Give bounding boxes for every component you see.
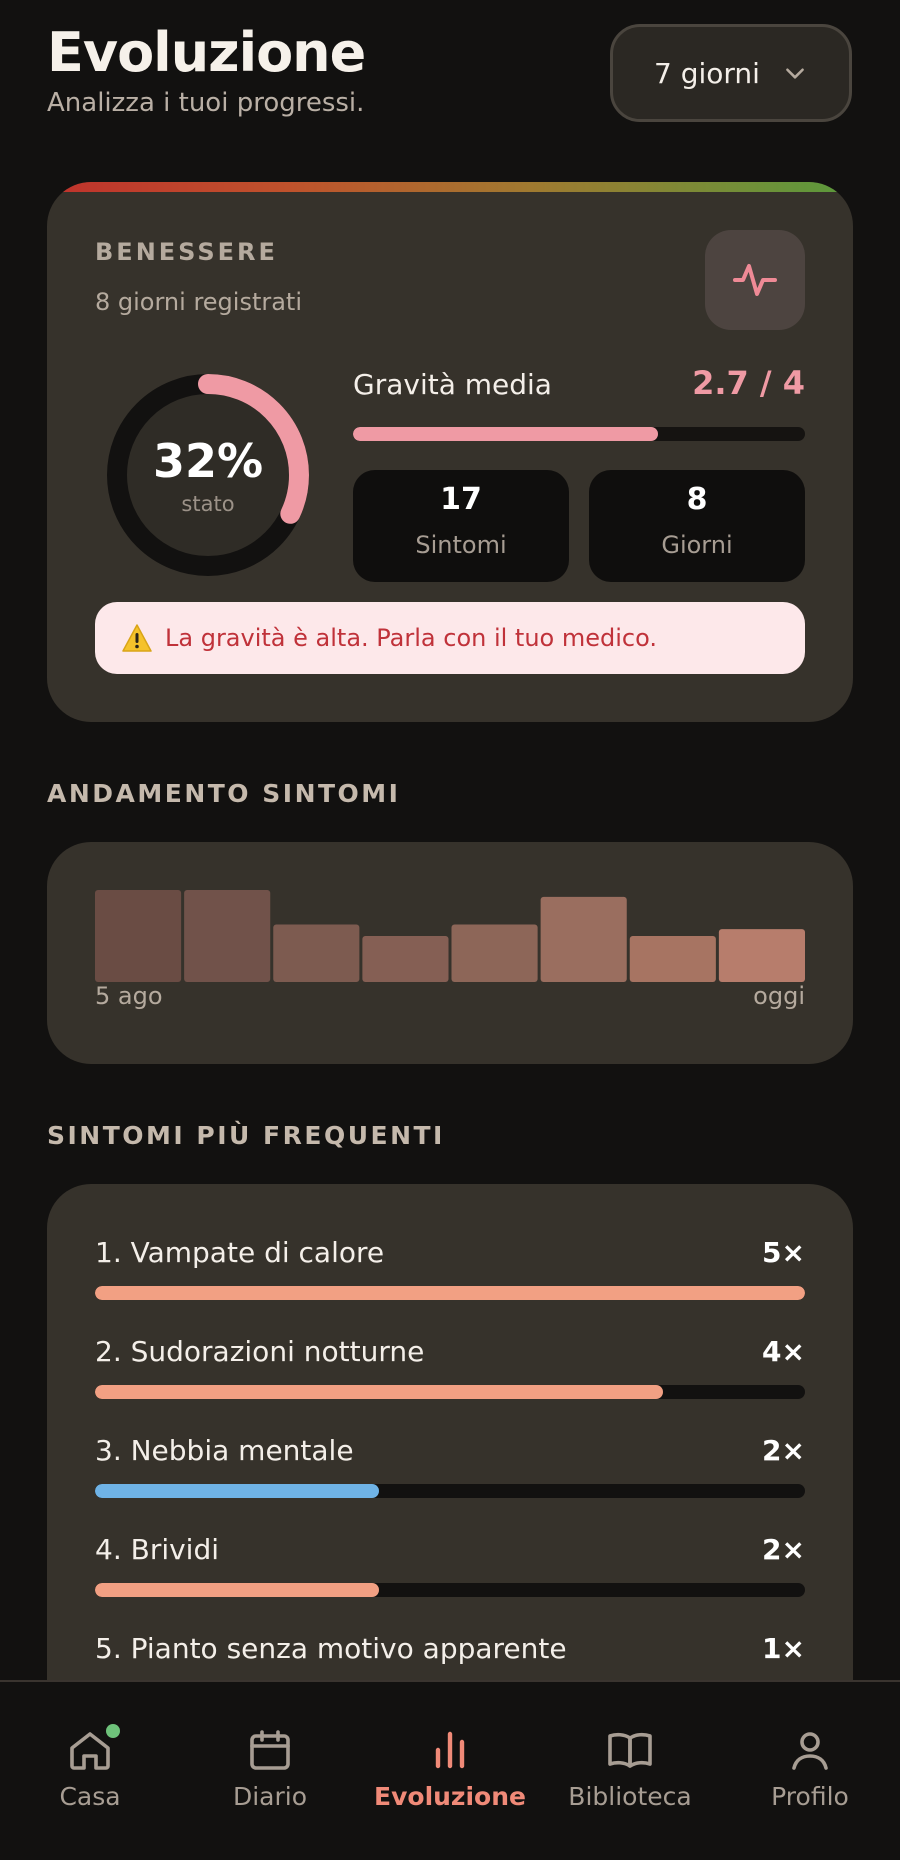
- trend-bar: [718, 929, 805, 982]
- tab-label: Diario: [232, 1782, 308, 1811]
- chevron-down-icon: [786, 68, 804, 79]
- notification-dot: [106, 1724, 120, 1738]
- trend-bar: [273, 924, 360, 982]
- status-gradient-bar: [47, 182, 853, 192]
- stat-label: Sintomi: [415, 531, 507, 559]
- symptom-track: [95, 1385, 805, 1399]
- symptom-name: 5. Pianto senza motivo apparente: [95, 1632, 567, 1665]
- top-symptoms-section-title: SINTOMI PIÙ FREQUENTI: [47, 1121, 445, 1150]
- symptom-track: [95, 1484, 805, 1498]
- trend-bar: [540, 896, 627, 982]
- calendar-icon: [250, 1730, 290, 1770]
- wellbeing-eyebrow: BENESSERE: [95, 238, 278, 266]
- symptom-count: 5×: [762, 1236, 805, 1269]
- stat-symptoms: 17 Sintomi: [353, 470, 569, 582]
- trend-bar: [629, 936, 716, 982]
- symptom-trend-chart: [95, 890, 805, 982]
- tab-label: Profilo: [771, 1782, 849, 1811]
- symptom-fill: [95, 1286, 805, 1300]
- bar-chart-icon: [435, 1731, 465, 1769]
- symptom-name: 3. Nebbia mentale: [95, 1434, 354, 1467]
- severity-track: [353, 427, 805, 441]
- symptom-name: 2. Sudorazioni notturne: [95, 1335, 425, 1368]
- severity-fill: [353, 427, 659, 441]
- days-recorded: 8 giorni registrati: [95, 288, 303, 316]
- pulse-badge: [705, 230, 805, 330]
- wellbeing-card: BENESSERE 8 giorni registrati 32% stato …: [47, 182, 853, 722]
- symptom-count: 1×: [762, 1632, 805, 1665]
- symptom-fill: [95, 1583, 379, 1597]
- symptom-row: 3. Nebbia mentale 2×: [95, 1434, 805, 1504]
- symptom-count: 2×: [762, 1434, 805, 1467]
- status-label: stato: [181, 492, 235, 516]
- tab-evoluzione[interactable]: Evoluzione: [360, 1682, 540, 1822]
- trend-end-label: oggi: [753, 982, 805, 1010]
- period-dropdown[interactable]: 7 giorni: [610, 24, 852, 122]
- stat-value: 17: [440, 482, 482, 517]
- tab-profilo[interactable]: Profilo: [720, 1682, 900, 1822]
- symptom-name: 1. Vampate di calore: [95, 1236, 385, 1269]
- alert-text: La gravità è alta. Parla con il tuo medi…: [165, 624, 657, 652]
- tab-casa[interactable]: Casa: [0, 1682, 180, 1822]
- trend-card: 5 ago oggi: [47, 842, 853, 1064]
- symptom-fill: [95, 1385, 663, 1399]
- period-label: 7 giorni: [654, 56, 760, 90]
- symptom-count: 2×: [762, 1533, 805, 1566]
- symptom-fill: [95, 1484, 379, 1498]
- user-icon: [792, 1732, 828, 1770]
- tab-diario[interactable]: Diario: [180, 1682, 360, 1822]
- pulse-icon: [733, 264, 777, 296]
- severity-value: 2.7 / 4: [692, 364, 805, 402]
- trend-section-title: ANDAMENTO SINTOMI: [47, 779, 401, 808]
- tab-label: Evoluzione: [374, 1782, 526, 1811]
- stat-label: Giorni: [661, 531, 733, 559]
- book-icon: [608, 1732, 652, 1768]
- trend-start-label: 5 ago: [95, 982, 163, 1010]
- status-percent: 32%: [152, 434, 264, 488]
- symptom-name: 4. Brividi: [95, 1533, 220, 1566]
- trend-bar: [362, 936, 449, 982]
- tab-biblioteca[interactable]: Biblioteca: [540, 1682, 720, 1822]
- stat-days: 8 Giorni: [589, 470, 805, 582]
- symptom-row: 4. Brividi 2×: [95, 1533, 805, 1603]
- severity-alert: La gravità è alta. Parla con il tuo medi…: [95, 602, 805, 674]
- symptom-row: 1. Vampate di calore 5×: [95, 1236, 805, 1306]
- trend-bar: [451, 924, 538, 982]
- severity-label: Gravità media: [353, 368, 552, 401]
- trend-bar: [184, 890, 271, 982]
- tab-label: Biblioteca: [568, 1782, 692, 1811]
- symptom-track: [95, 1286, 805, 1300]
- symptom-track: [95, 1583, 805, 1597]
- page-title: Evoluzione: [47, 21, 366, 84]
- trend-bar: [95, 890, 182, 982]
- tab-label: Casa: [59, 1782, 121, 1811]
- page-header: Evoluzione Analizza i tuoi progressi.: [47, 21, 366, 119]
- bottom-tab-bar: Casa Diario Evoluzione Biblioteca Profil…: [0, 1680, 900, 1860]
- page-subtitle: Analizza i tuoi progressi.: [47, 88, 365, 118]
- symptom-count: 4×: [762, 1335, 805, 1368]
- stat-value: 8: [686, 482, 708, 517]
- symptom-row: 2. Sudorazioni notturne 4×: [95, 1335, 805, 1405]
- warning-icon: [122, 624, 152, 652]
